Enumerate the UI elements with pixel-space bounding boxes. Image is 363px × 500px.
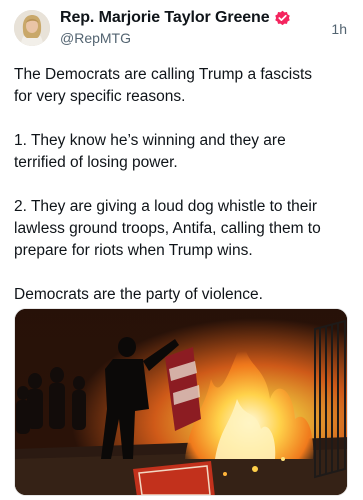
handle[interactable]: @RepMTG [60,30,131,46]
post-text: The Democrats are calling Trump a fascis… [14,64,349,328]
post-paragraph: Democrats are the party of violence. [14,286,263,303]
post-paragraph: 2. They are giving a loud dog whistle to… [14,198,321,259]
post-card: Rep. Marjorie Taylor Greene @RepMTG 1h T… [0,0,363,500]
name-row: Rep. Marjorie Taylor Greene [60,8,291,28]
verified-badge-icon [274,10,291,27]
post-paragraph: 1. They know he’s winning and they are t… [14,132,286,171]
fire-scene-image [15,309,347,495]
avatar[interactable] [14,10,50,46]
avatar-image [14,10,50,46]
post-header: Rep. Marjorie Taylor Greene @RepMTG 1h [0,0,363,60]
post-media-photo[interactable] [14,308,348,496]
post-paragraph: The Democrats are calling Trump a fascis… [14,66,313,105]
display-name[interactable]: Rep. Marjorie Taylor Greene [60,9,270,27]
timestamp[interactable]: 1h [331,21,347,37]
